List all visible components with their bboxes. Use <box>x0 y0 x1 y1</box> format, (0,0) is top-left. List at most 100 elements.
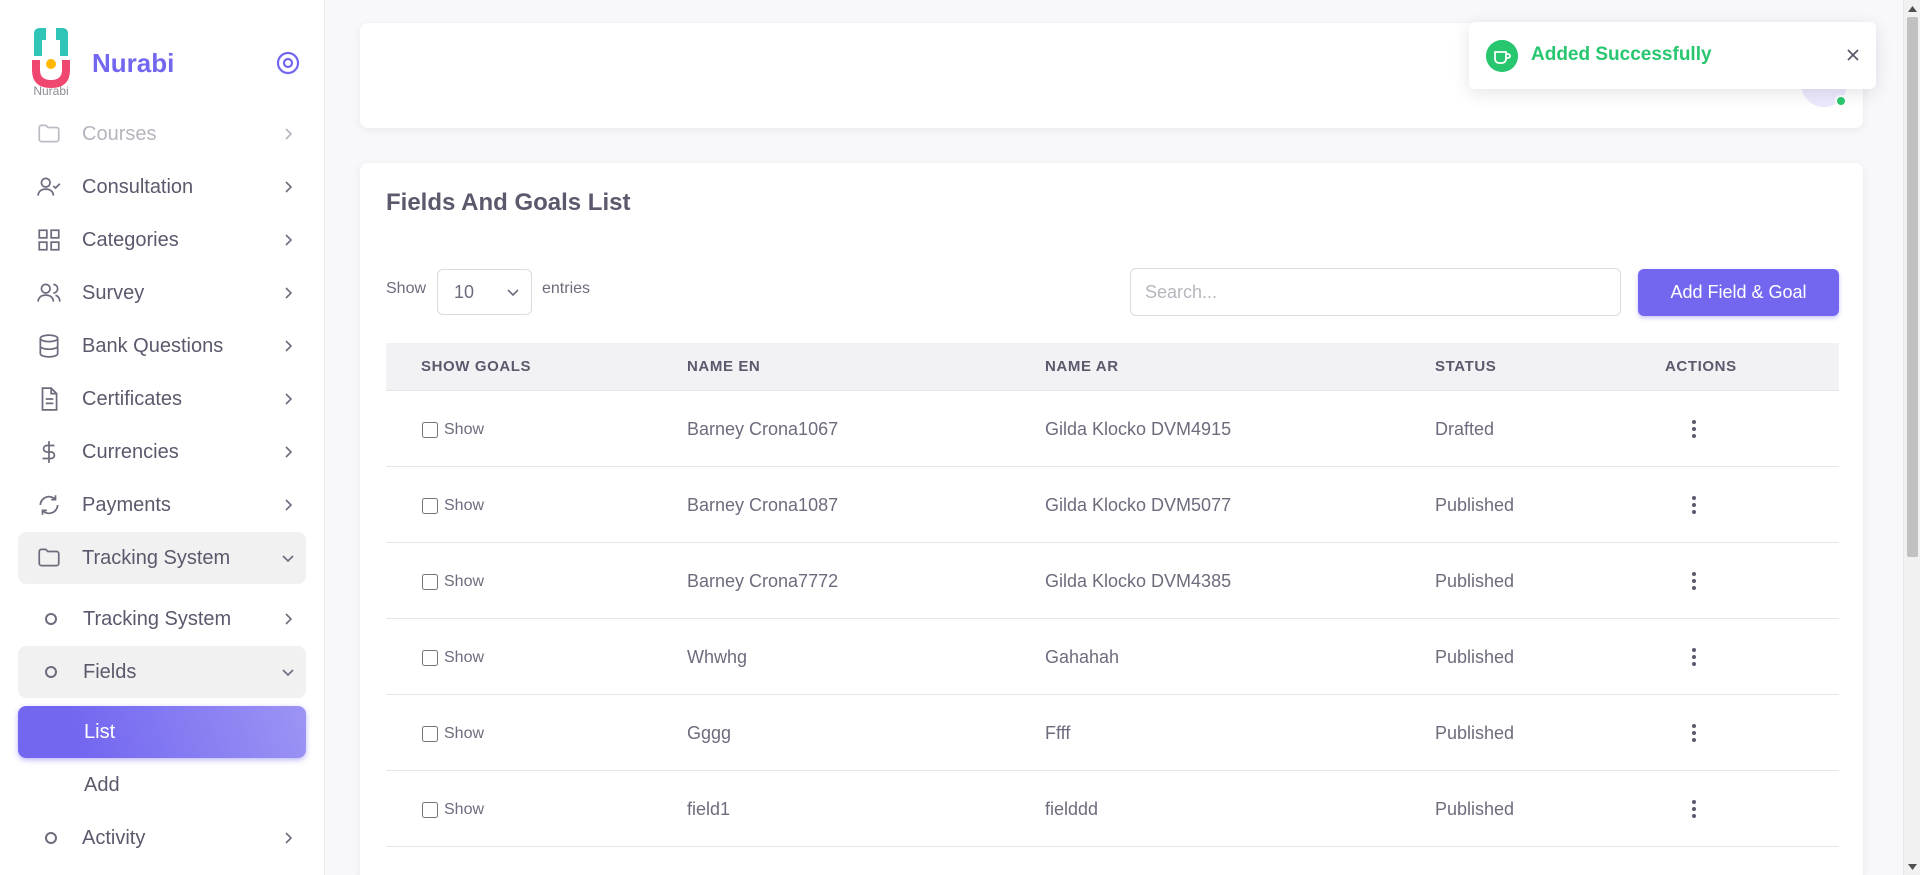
refresh-icon <box>39 495 59 515</box>
sidebar-item-label: Bank Questions <box>82 334 224 357</box>
entries-value: 10 <box>454 281 475 302</box>
online-status-dot <box>1835 95 1847 107</box>
sidebar-item-label: Courses <box>82 122 157 145</box>
file-text-icon <box>41 387 58 411</box>
brand[interactable]: Nurabi Nurabi <box>26 26 306 100</box>
name-ar-cell: Ffff <box>1045 723 1071 743</box>
status-cell: Published <box>1435 647 1515 667</box>
sidebar-item-label: Tracking System <box>82 546 231 569</box>
show-goals-checkbox[interactable] <box>422 726 438 742</box>
chevron-right-icon <box>285 181 293 193</box>
add-field-goal-button[interactable]: Add Field & Goal <box>1638 269 1839 316</box>
search-input[interactable] <box>1130 268 1621 316</box>
name-ar-cell: Gilda Klocko DVM5077 <box>1045 495 1232 515</box>
sidebar-item-add[interactable]: Add <box>18 759 306 811</box>
folder-icon <box>38 548 60 567</box>
name-en-cell: Whwhg <box>687 647 748 667</box>
table-row: Show Whwhg Gahahah Published <box>386 619 1839 695</box>
show-goals-toggle[interactable]: Show <box>422 649 484 667</box>
sidebar-subitem-fields[interactable]: Fields <box>18 646 306 698</box>
status-cell: Published <box>1435 799 1515 819</box>
scroll-up-arrow-icon[interactable] <box>1904 0 1920 17</box>
status-cell: Drafted <box>1435 419 1495 439</box>
show-goals-toggle[interactable]: Show <box>422 725 484 743</box>
more-vertical-icon[interactable] <box>1686 417 1702 441</box>
chevron-right-icon <box>285 234 293 246</box>
sidebar-item-bank-questions[interactable]: Bank Questions <box>18 320 306 372</box>
show-goals-checkbox[interactable] <box>422 650 438 666</box>
fields-goals-card: Fields And Goals List Show 10 entries Ad… <box>360 163 1863 875</box>
sidebar-item-label: Survey <box>82 281 145 304</box>
sidebar-item-courses[interactable]: Courses <box>18 108 306 160</box>
sidebar-item-tracking-system[interactable]: Tracking System <box>18 532 306 584</box>
sidebar-item-label: Tracking System <box>83 607 232 630</box>
chevron-down-icon <box>282 555 294 563</box>
column-header[interactable]: NAME AR <box>1045 358 1119 375</box>
chevron-right-icon <box>285 446 293 458</box>
show-label: Show <box>444 497 485 514</box>
close-icon[interactable] <box>1844 46 1862 64</box>
sidebar-item-activity[interactable]: Activity <box>18 812 306 864</box>
sidebar-subitem-tracking-system[interactable]: Tracking System <box>18 593 306 645</box>
grid-icon <box>38 229 60 251</box>
sidebar-toggle-icon[interactable] <box>275 50 301 76</box>
sidebar-item-label: Currencies <box>82 440 179 463</box>
more-vertical-icon[interactable] <box>1686 569 1702 593</box>
show-label: Show <box>444 421 485 438</box>
show-goals-toggle[interactable]: Show <box>422 421 484 439</box>
scroll-down-arrow-icon[interactable] <box>1904 858 1920 875</box>
table-row: Show Barney Crona1087 Gilda Klocko DVM50… <box>386 467 1839 543</box>
show-goals-checkbox[interactable] <box>422 422 438 438</box>
column-header[interactable]: STATUS <box>1435 358 1496 375</box>
name-ar-cell: Gilda Klocko DVM4385 <box>1045 571 1232 591</box>
show-goals-checkbox[interactable] <box>422 574 438 590</box>
name-en-cell: Barney Crona1067 <box>687 419 839 439</box>
table-row: Show field1 fielddd Published <box>386 771 1839 847</box>
toast-message: Added Successfully <box>1531 44 1712 65</box>
sidebar-item-label: Fields <box>83 660 137 683</box>
chevron-right-icon <box>285 128 293 140</box>
show-goals-toggle[interactable]: Show <box>422 573 484 591</box>
table-row: Show Barney Crona1067 Gilda Klocko DVM49… <box>386 391 1839 467</box>
page-scrollbar[interactable] <box>1903 0 1920 875</box>
sidebar-item-label: List <box>84 720 116 743</box>
chevron-right-icon <box>285 499 293 511</box>
page-title: Fields And Goals List <box>386 189 631 216</box>
more-vertical-icon[interactable] <box>1686 797 1702 821</box>
scrollbar-thumb[interactable] <box>1907 17 1918 557</box>
column-header[interactable]: NAME EN <box>687 358 760 375</box>
sidebar-item-categories[interactable]: Categories <box>18 214 306 266</box>
more-vertical-icon[interactable] <box>1686 721 1702 745</box>
show-goals-checkbox[interactable] <box>422 498 438 514</box>
folder-icon <box>38 124 60 143</box>
show-goals-toggle[interactable]: Show <box>422 801 484 819</box>
column-header[interactable]: SHOW GOALS <box>421 358 531 375</box>
chevron-right-icon <box>285 340 293 352</box>
logo-caption: Nurabi <box>33 84 69 98</box>
more-vertical-icon[interactable] <box>1686 645 1702 669</box>
show-goals-checkbox[interactable] <box>422 802 438 818</box>
coffee-icon <box>1486 40 1518 72</box>
sidebar-item-survey[interactable]: Survey <box>18 267 306 319</box>
chevron-down-icon <box>282 669 294 677</box>
name-en-cell: Gggg <box>687 723 732 743</box>
sidebar-item-label: Add <box>84 773 120 796</box>
sidebar-item-consultation[interactable]: Consultation <box>18 161 306 213</box>
sidebar-item-payments[interactable]: Payments <box>18 479 306 531</box>
show-label: Show <box>444 573 485 590</box>
table-row: Show Gggg Ffff Published <box>386 695 1839 771</box>
sidebar-item-currencies[interactable]: Currencies <box>18 426 306 478</box>
more-vertical-icon[interactable] <box>1686 493 1702 517</box>
sidebar-item-list[interactable]: List <box>18 706 306 758</box>
entries-select[interactable]: 10 <box>437 269 532 315</box>
status-cell: Published <box>1435 571 1515 591</box>
sidebar-item-certificates[interactable]: Certificates <box>18 373 306 425</box>
show-label: Show <box>386 280 427 297</box>
success-toast: Added Successfully <box>1469 22 1876 89</box>
name-ar-cell: Gilda Klocko DVM4915 <box>1045 419 1232 439</box>
name-ar-cell: fielddd <box>1045 799 1099 819</box>
circle-icon <box>45 666 57 678</box>
chevron-right-icon <box>285 613 293 625</box>
show-goals-toggle[interactable]: Show <box>422 497 484 515</box>
brand-name: Nurabi <box>92 48 175 78</box>
